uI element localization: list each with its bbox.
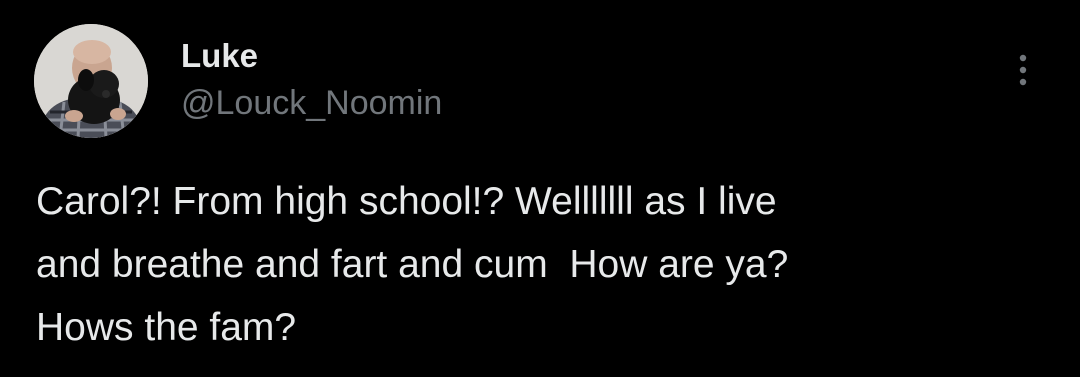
tweet-text: Carol?! From high school!? Welllllll as … <box>36 180 789 349</box>
author-display-name[interactable]: Luke <box>181 36 258 76</box>
author-handle[interactable]: @Louck_Noomin <box>181 83 442 123</box>
more-options-button[interactable] <box>1006 48 1040 92</box>
author-avatar[interactable] <box>34 24 148 138</box>
avatar-photo-icon <box>34 24 148 138</box>
tweet-card: Luke @Louck_Noomin Carol?! From high sch… <box>0 0 1080 377</box>
more-vertical-icon <box>1019 54 1027 86</box>
